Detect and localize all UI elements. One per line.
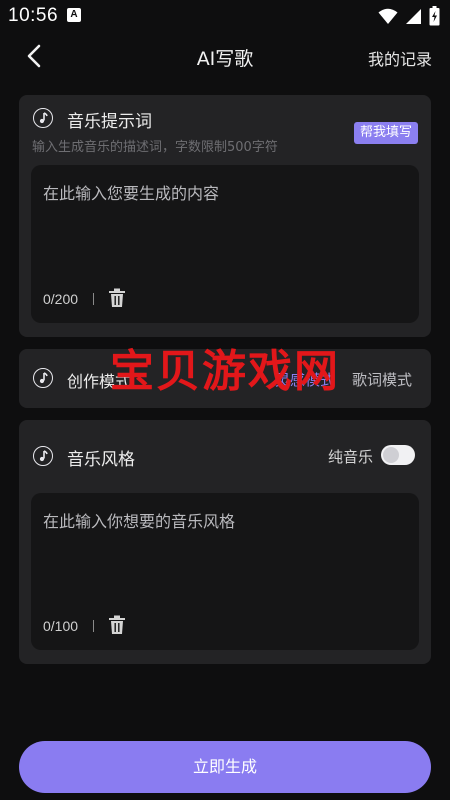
help-me-fill-button[interactable]: 帮我填写	[353, 122, 418, 144]
trash-icon[interactable]	[108, 288, 126, 308]
status-icons	[378, 6, 440, 26]
pure-music-label: 纯音乐	[327, 448, 373, 466]
my-records-link[interactable]: 我的记录	[368, 46, 432, 70]
prompt-subtitle: 输入生成音乐的描述词，字数限制500字符	[32, 140, 278, 155]
toggle-knob	[383, 447, 399, 463]
wifi-icon	[378, 8, 398, 24]
music-prompt-card: 音乐提示词 输入生成音乐的描述词，字数限制500字符 帮我填写 在此输入您要生成…	[19, 95, 431, 337]
counter-divider	[93, 293, 94, 305]
prompt-textarea[interactable]: 在此输入您要生成的内容 0/200	[31, 165, 419, 323]
prompt-title: 音乐提示词	[67, 112, 152, 132]
status-time: 10:56	[8, 5, 59, 26]
style-char-counter: 0/100	[43, 618, 79, 634]
battery-icon	[429, 6, 440, 26]
inspiration-mode-option[interactable]: 灵感模式	[275, 369, 335, 390]
prompt-placeholder: 在此输入您要生成的内容	[43, 184, 220, 203]
generate-now-button[interactable]: 立即生成	[19, 741, 431, 793]
music-style-placeholder: 在此输入你想要的音乐风格	[43, 512, 236, 531]
trash-icon[interactable]	[108, 615, 126, 635]
music-style-textarea[interactable]: 在此输入你想要的音乐风格 0/100	[31, 493, 419, 650]
prompt-char-counter: 0/200	[43, 291, 79, 307]
music-style-title: 音乐风格	[67, 450, 135, 470]
music-note-icon	[33, 446, 53, 466]
app-header: AI写歌 我的记录	[0, 36, 450, 76]
music-style-card: 音乐风格 纯音乐 在此输入你想要的音乐风格 0/100	[19, 420, 431, 664]
status-bar: 10:56 A	[0, 0, 450, 32]
signal-icon	[406, 9, 421, 24]
lyrics-mode-option[interactable]: 歌词模式	[352, 369, 412, 390]
music-note-icon	[33, 368, 53, 388]
creation-mode-title: 创作模式	[67, 372, 132, 391]
pure-music-toggle[interactable]	[381, 445, 415, 465]
music-note-icon	[33, 108, 53, 128]
creation-mode-card: 创作模式 灵感模式 歌词模式	[19, 349, 431, 408]
screen: 10:56 A AI写歌 我的记录 音乐提示词 输入生成音乐的描述词，字数限制5…	[0, 0, 450, 800]
notification-icon: A	[67, 8, 81, 22]
counter-divider	[93, 620, 94, 632]
